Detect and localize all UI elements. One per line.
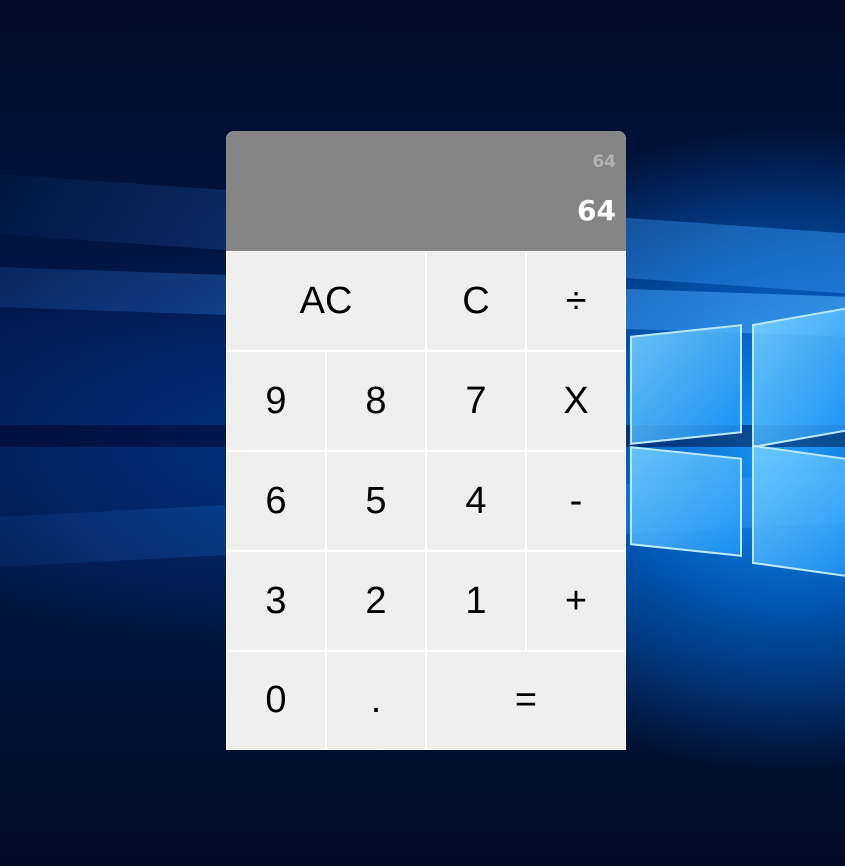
digit-6-button[interactable]: 6 bbox=[226, 451, 326, 551]
windows-logo-pane bbox=[752, 305, 845, 449]
clear-button[interactable]: C bbox=[426, 251, 526, 351]
calculator: 64 64 AC C ÷ 9 8 7 X 6 5 4 - 3 2 1 + 0 .… bbox=[226, 131, 626, 750]
digit-4-button[interactable]: 4 bbox=[426, 451, 526, 551]
equals-button[interactable]: = bbox=[426, 651, 626, 750]
keypad: AC C ÷ 9 8 7 X 6 5 4 - 3 2 1 + 0 . = bbox=[226, 251, 626, 750]
digit-3-button[interactable]: 3 bbox=[226, 551, 326, 651]
divide-button[interactable]: ÷ bbox=[526, 251, 626, 351]
digit-5-button[interactable]: 5 bbox=[326, 451, 426, 551]
multiply-button[interactable]: X bbox=[526, 351, 626, 451]
add-button[interactable]: + bbox=[526, 551, 626, 651]
digit-7-button[interactable]: 7 bbox=[426, 351, 526, 451]
previous-operand: 64 bbox=[592, 152, 616, 172]
windows-logo-pane bbox=[630, 324, 742, 445]
calculator-display: 64 64 bbox=[226, 131, 626, 251]
digit-9-button[interactable]: 9 bbox=[226, 351, 326, 451]
subtract-button[interactable]: - bbox=[526, 451, 626, 551]
windows-logo-pane bbox=[630, 446, 742, 557]
current-operand: 64 bbox=[577, 194, 616, 227]
digit-2-button[interactable]: 2 bbox=[326, 551, 426, 651]
digit-0-button[interactable]: 0 bbox=[226, 651, 326, 750]
digit-1-button[interactable]: 1 bbox=[426, 551, 526, 651]
digit-8-button[interactable]: 8 bbox=[326, 351, 426, 451]
decimal-button[interactable]: . bbox=[326, 651, 426, 750]
all-clear-button[interactable]: AC bbox=[226, 251, 426, 351]
windows-logo-pane bbox=[752, 444, 845, 579]
